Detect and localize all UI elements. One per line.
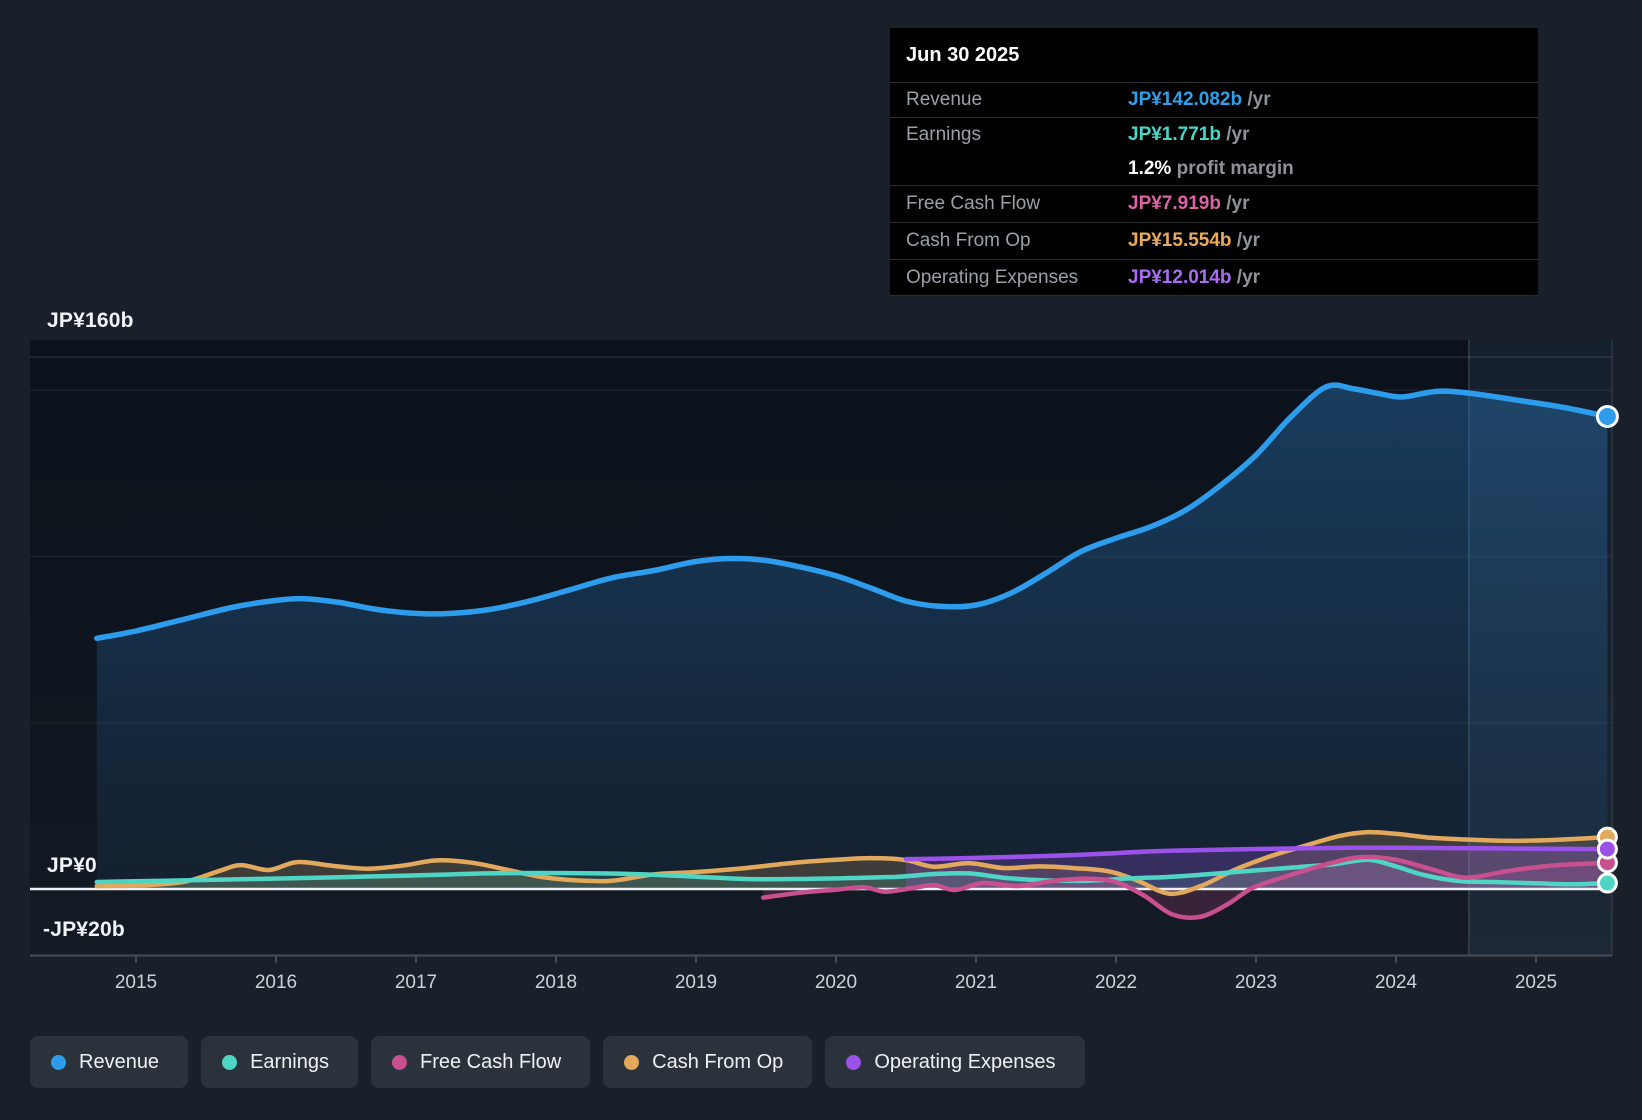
tooltip-value: JP¥1.771b [1128,124,1221,145]
x-axis-label-2025: 2025 [1514,972,1558,993]
tooltip-value: JP¥142.082b [1128,89,1243,110]
x-axis-label-2015: 2015 [114,972,158,993]
tooltip-label: Free Cash Flow [906,193,1041,214]
operating-expenses-dot-icon [846,1054,862,1070]
tooltip-date: Jun 30 2025 [890,28,1538,83]
x-axis-label-2022: 2022 [1094,972,1138,993]
tooltip-row-free-cash-flow: Free Cash Flow JP¥7.919b /yr [890,186,1538,223]
x-axis-label-2017: 2017 [394,972,438,993]
revenue-endpoint-marker[interactable] [1595,405,1619,429]
tooltip-suffix: /yr [1220,193,1250,214]
x-axis: 2015 2016 2017 2018 2019 2020 2021 2022 2023 2024… [0,972,1642,998]
legend-label: Revenue [79,1050,160,1073]
legend-item-revenue[interactable]: Revenue [30,1036,189,1088]
x-axis-label-2023: 2023 [1234,972,1278,993]
x-axis-label-2020: 2020 [814,972,858,993]
operating-expenses-endpoint-marker[interactable] [1596,838,1618,860]
tooltip-suffix: /yr [1231,266,1261,288]
legend-item-free-cash-flow[interactable]: Free Cash Flow [371,1036,591,1088]
legend-label: Operating Expenses [874,1050,1056,1073]
tooltip-suffix: /yr [1231,230,1261,251]
legend-label: Cash From Op [652,1050,784,1073]
legend-label: Free Cash Flow [420,1050,562,1073]
tooltip-row-profit-margin: 1.2% profit margin [890,152,1538,186]
tooltip-row-revenue: Revenue JP¥142.082b /yr [890,83,1538,118]
earnings-dot-icon [222,1054,238,1070]
y-axis-label-bottom: -JP¥20b [43,918,125,941]
tooltip-label: Operating Expenses [906,266,1079,288]
legend-label: Earnings [250,1050,329,1073]
legend-item-earnings[interactable]: Earnings [201,1036,358,1088]
tooltip-suffix: profit margin [1171,157,1294,179]
tooltip-value: 1.2% [1128,157,1172,179]
tooltip-row-operating-expenses: Operating Expenses JP¥12.014b /yr [890,260,1538,296]
x-axis-label-2016: 2016 [254,972,298,993]
tooltip-suffix: /yr [1220,124,1250,145]
revenue-dot-icon [51,1054,66,1070]
tooltip-label: Earnings [906,124,981,145]
tooltip-row-cash-from-op: Cash From Op JP¥15.554b /yr [890,223,1538,260]
earnings-endpoint-marker[interactable] [1596,872,1618,894]
chart-legend: Revenue Earnings Free Cash Flow Cash Fro… [30,1036,1085,1088]
tooltip-suffix: /yr [1242,89,1271,110]
tooltip-row-earnings: Earnings JP¥1.771b /yr [890,118,1538,152]
tooltip-label: Revenue [906,89,983,110]
y-axis-label-zero: JP¥0 [47,854,97,877]
page-background: { "tooltip": { "date": "Jun 30 2025", "r… [0,0,1642,1120]
x-axis-label-2018: 2018 [534,972,578,993]
chart-tooltip: Jun 30 2025 Revenue JP¥142.082b /yr Earn… [890,28,1538,296]
cash-from-op-dot-icon [624,1054,640,1070]
tooltip-value: JP¥15.554b [1128,230,1232,251]
x-axis-label-2021: 2021 [954,972,998,993]
legend-item-cash-from-op[interactable]: Cash From Op [603,1036,813,1088]
free-cash-flow-dot-icon [392,1054,407,1070]
tooltip-value: JP¥12.014b [1128,266,1232,288]
legend-item-operating-expenses[interactable]: Operating Expenses [825,1036,1085,1088]
tooltip-value: JP¥7.919b [1128,193,1221,214]
x-axis-label-2024: 2024 [1374,972,1418,993]
y-axis-label-top: JP¥160b [47,309,134,332]
x-axis-label-2019: 2019 [674,972,718,993]
tooltip-label: Cash From Op [906,230,1031,251]
